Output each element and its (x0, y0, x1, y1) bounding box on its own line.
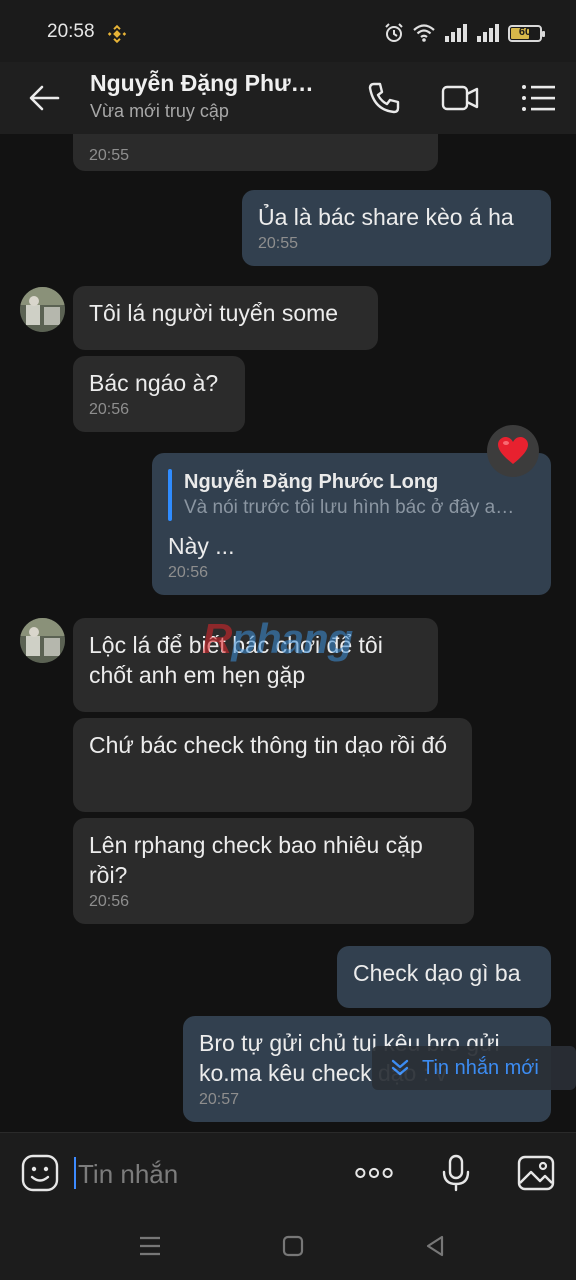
message-time: 20:55 (89, 147, 130, 164)
chat-header: Nguyễn Đặng Phư… Vừa mới truy cập (0, 62, 576, 134)
battery-cap (542, 30, 545, 37)
recent-apps-icon[interactable] (136, 1232, 164, 1260)
system-nav-bar (0, 1212, 576, 1280)
signal-icon (445, 24, 467, 42)
double-chevron-down-icon (391, 1059, 409, 1076)
message-text: Check dạo gì ba (353, 960, 521, 986)
message-input-bar: Tin nhắn (0, 1132, 576, 1212)
message-bubble-outgoing[interactable]: Check dạo gì ba (337, 946, 551, 1008)
message-time: 20:56 (168, 564, 209, 581)
wifi-icon (413, 24, 435, 42)
reaction-badge[interactable] (487, 425, 539, 477)
watermark-logo: Rphang (202, 615, 353, 662)
list-menu-icon[interactable] (518, 78, 558, 118)
message-time: 20:55 (258, 235, 299, 252)
heart-icon (498, 437, 528, 464)
quote-sender: Nguyễn Đặng Phước Long (184, 471, 439, 493)
message-text: Chứ bác check thông tin dạo rồi đó (89, 732, 448, 758)
battery-icon: 60 (508, 24, 545, 42)
binance-icon (107, 24, 127, 44)
contact-name[interactable]: Nguyễn Đặng Phư… (90, 70, 314, 97)
new-message-button[interactable]: Tin nhắn mới (372, 1046, 576, 1090)
message-text: Lên rphang check bao nhiêu cặp rồi? (89, 832, 423, 888)
smiley-sticker-icon[interactable] (20, 1153, 60, 1193)
image-gallery-icon[interactable] (516, 1153, 556, 1193)
contact-avatar[interactable] (20, 287, 65, 332)
message-text: Tôi lá người tuyển some (89, 300, 339, 326)
message-bubble-incoming[interactable]: Bác ngáo à? 20:56 (73, 356, 245, 432)
message-time: 20:56 (89, 401, 130, 418)
message-time: 20:57 (199, 1091, 240, 1108)
alarm-icon (385, 23, 403, 42)
message-bubble-incoming[interactable]: Lên rphang check bao nhiêu cặp rồi? 20:5… (73, 818, 474, 924)
status-icons: 60 (384, 21, 545, 45)
message-text: Này ... (168, 533, 235, 559)
arrow-left-icon[interactable] (26, 80, 62, 116)
quoted-message[interactable]: Nguyễn Đặng Phước Long Và nói trước tôi … (168, 469, 535, 521)
message-text: Ủa là bác share kèo á ha (258, 204, 514, 230)
message-bubble-incoming[interactable]: Tôi lá người tuyển some (73, 286, 378, 350)
message-input[interactable]: Tin nhắn (72, 1153, 322, 1193)
microphone-icon[interactable] (436, 1153, 476, 1193)
message-text: Bác ngáo à? (89, 370, 219, 396)
battery-level: 60 (518, 25, 532, 38)
message-bubble-outgoing[interactable]: Ủa là bác share kèo á ha 20:55 (242, 190, 551, 266)
home-icon[interactable] (279, 1232, 307, 1260)
contact-avatar[interactable] (20, 618, 65, 663)
message-bubble-incoming[interactable]: 20:55 (73, 134, 438, 171)
quote-bar (168, 469, 172, 521)
status-bar: 20:58 60 (0, 0, 576, 62)
signal-icon-2 (477, 24, 499, 42)
text-caret (74, 1157, 76, 1189)
quote-text: Và nói trước tôi lưu hình bác ở đây a… (184, 497, 515, 518)
input-placeholder: Tin nhắn (78, 1159, 179, 1189)
phone-icon[interactable] (364, 78, 404, 118)
status-time: 20:58 (47, 21, 95, 42)
video-camera-icon[interactable] (440, 78, 480, 118)
more-dots-icon[interactable] (354, 1153, 394, 1193)
contact-status: Vừa mới truy cập (90, 101, 229, 121)
chat-area[interactable]: 20:55 Ủa là bác share kèo á ha 20:55 Tôi… (0, 134, 576, 1132)
nav-back-icon[interactable] (421, 1232, 449, 1260)
message-bubble-reply[interactable]: Nguyễn Đặng Phước Long Và nói trước tôi … (152, 453, 551, 595)
message-time: 20:56 (89, 893, 130, 910)
new-message-label: Tin nhắn mới (422, 1056, 539, 1079)
message-bubble-incoming[interactable]: Chứ bác check thông tin dạo rồi đó (73, 718, 472, 812)
